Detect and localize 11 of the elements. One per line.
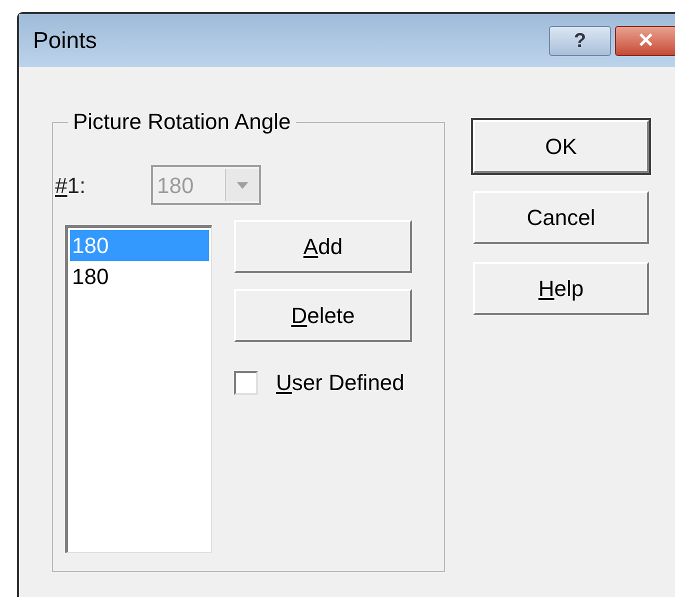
combo-label: #1: (55, 172, 87, 200)
help-button[interactable]: ? (549, 26, 611, 56)
window-title: Points (33, 26, 97, 56)
checkbox[interactable] (234, 370, 258, 394)
delete-button[interactable]: Delete (234, 289, 412, 342)
ok-button[interactable]: OK (473, 120, 649, 173)
cancel-button[interactable]: Cancel (473, 191, 649, 244)
checkbox-label: User Defined (276, 369, 404, 397)
list-item[interactable]: 180 (70, 261, 209, 292)
add-button[interactable]: Add (234, 220, 412, 273)
help-button[interactable]: Help (473, 262, 649, 315)
